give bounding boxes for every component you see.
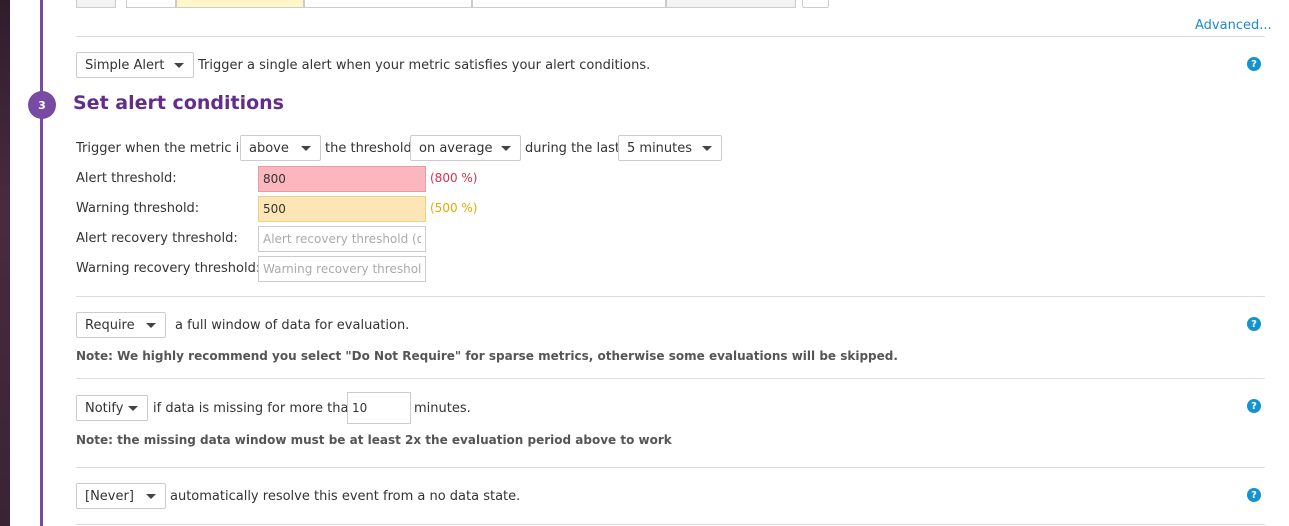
missing-data-note: Note: the missing data window must be at… <box>76 433 672 447</box>
step-timeline <box>40 0 43 526</box>
divider <box>76 36 1265 37</box>
chevron-down-icon <box>501 146 511 151</box>
help-icon[interactable]: ? <box>1247 488 1261 502</box>
comparator-value: above <box>249 140 289 156</box>
advanced-link[interactable]: Advanced... <box>1195 18 1272 33</box>
divider <box>76 296 1265 297</box>
aggregation-value: on average <box>419 140 493 156</box>
require-window-select[interactable]: Require <box>76 312 166 338</box>
comparator-select[interactable]: above <box>240 135 321 161</box>
auto-resolve-select[interactable]: [Never] <box>76 483 166 509</box>
warning-recovery-threshold-label: Warning recovery threshold: <box>76 261 261 276</box>
auto-resolve-value: [Never] <box>85 488 134 504</box>
divider <box>76 524 1265 525</box>
query-segment[interactable] <box>76 0 116 8</box>
require-window-value: Require <box>85 317 135 333</box>
chevron-down-icon <box>702 146 712 151</box>
missing-data-select[interactable]: Notify <box>76 395 148 421</box>
help-icon[interactable]: ? <box>1247 399 1261 413</box>
query-segment[interactable] <box>176 0 304 8</box>
missing-data-minutes-input[interactable] <box>347 392 411 424</box>
query-segment[interactable] <box>126 0 176 8</box>
alert-threshold-label: Alert threshold: <box>76 171 177 186</box>
alert-type-select[interactable]: Simple Alert <box>76 52 194 78</box>
section-title: Set alert conditions <box>73 92 284 114</box>
chevron-down-icon <box>128 406 138 411</box>
step-number-badge: 3 <box>28 91 56 119</box>
divider <box>76 467 1265 468</box>
alert-type-description: Trigger a single alert when your metric … <box>198 58 651 73</box>
chevron-down-icon <box>146 323 156 328</box>
warning-threshold-input[interactable] <box>258 196 426 222</box>
time-window-select[interactable]: 5 minutes <box>618 135 722 161</box>
divider <box>76 378 1265 379</box>
missing-data-text: if data is missing for more than <box>153 401 357 416</box>
warning-recovery-threshold-input[interactable] <box>258 256 426 282</box>
warning-threshold-label: Warning threshold: <box>76 201 200 216</box>
chevron-down-icon <box>174 63 184 68</box>
query-segment[interactable] <box>666 0 796 8</box>
help-icon[interactable]: ? <box>1247 57 1261 71</box>
alert-type-value: Simple Alert <box>85 57 165 73</box>
auto-resolve-text: automatically resolve this event from a … <box>170 489 521 504</box>
missing-data-unit: minutes. <box>414 401 471 416</box>
trigger-prefix-label: Trigger when the metric is <box>76 141 247 156</box>
alert-threshold-percent: (800 %) <box>430 171 478 185</box>
chevron-down-icon <box>146 494 156 499</box>
query-segment[interactable] <box>472 0 666 8</box>
missing-data-value: Notify <box>85 400 124 416</box>
time-window-value: 5 minutes <box>627 140 693 156</box>
query-options-button[interactable] <box>802 0 829 8</box>
during-label: during the last <box>525 141 620 156</box>
trigger-mid-label: the threshold <box>325 141 412 156</box>
alert-recovery-threshold-label: Alert recovery threshold: <box>76 231 238 246</box>
query-segment[interactable] <box>304 0 472 8</box>
alert-threshold-input[interactable] <box>258 166 426 192</box>
warning-threshold-percent: (500 %) <box>430 201 478 215</box>
alert-recovery-threshold-input[interactable] <box>258 226 426 252</box>
aggregation-select[interactable]: on average <box>410 135 521 161</box>
desktop-edge <box>0 0 10 526</box>
chevron-down-icon <box>301 146 311 151</box>
sparse-metrics-note: Note: We highly recommend you select "Do… <box>76 349 898 363</box>
help-icon[interactable]: ? <box>1247 317 1261 331</box>
require-window-text: a full window of data for evaluation. <box>175 318 410 333</box>
